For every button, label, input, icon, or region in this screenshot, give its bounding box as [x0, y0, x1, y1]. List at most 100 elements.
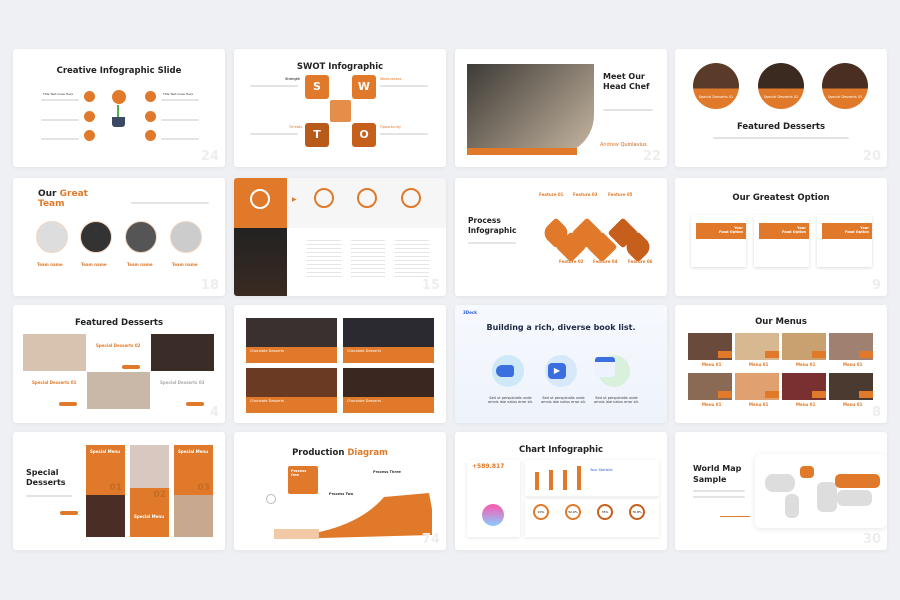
slide-chart-infographic[interactable]: Chart Infographic +589.817 Your Statisti… [455, 432, 667, 550]
slide-title: Production Diagram [292, 448, 388, 458]
slide-special-desserts[interactable]: Special Desserts Special Menu 01 Special M… [13, 432, 225, 550]
menu-item-label: Menu 01 [749, 362, 769, 367]
slide-world-map[interactable]: World Map Sample 30 [675, 432, 887, 550]
slide-chocolate-desserts[interactable]: Chocolate Desserts Chocolate Desserts Ch… [234, 305, 446, 423]
slide-swot[interactable]: SWOT Infographic S W T O Strength Weakne… [234, 49, 446, 167]
swot-s: S [305, 75, 329, 99]
slide-title: SWOT Infographic [296, 62, 384, 72]
team-photo [125, 221, 157, 253]
team-photo [80, 221, 112, 253]
slide-title: Special Desserts [26, 468, 66, 487]
donut: 76.8% [629, 504, 645, 520]
option-card: Your Food Option [817, 215, 872, 267]
swot-t: T [305, 123, 329, 147]
slide-title: Our Great Team [38, 189, 88, 209]
feature-caption: Sed ut perspiciatis unde omnis iste natu… [541, 396, 586, 404]
slide-title: Creative Infographic Slide [56, 66, 182, 76]
swot-label: Strength [285, 77, 301, 81]
donut: 52.6% [565, 504, 581, 520]
slide-number: 4 [209, 405, 219, 420]
dessert-circle: Special Desserts 02 [758, 63, 804, 109]
dessert-card: Chocolate Desserts [246, 318, 337, 363]
feature-icon [84, 130, 95, 141]
slide-process-infographic[interactable]: Process Infographic Feature 01 Feature 03… [455, 178, 667, 296]
dessert-circle: Special Desserts 01 [693, 63, 739, 109]
option-card: Your Food Option [691, 215, 746, 267]
donut: 20% [533, 504, 549, 520]
bar-chart-card: Your Statistic [525, 460, 659, 496]
dessert-circle: Special Desserts 03 [822, 63, 868, 109]
slide-number: 74 [421, 532, 440, 547]
team-name: Team name [127, 262, 153, 267]
feature-icon [84, 111, 95, 122]
slide-featured-desserts-circles[interactable]: Special Desserts 01 Special Desserts 02 … [675, 49, 887, 167]
dessert-caption: Special Desserts 03 [160, 380, 205, 385]
slide-title: Process Infographic [468, 216, 517, 235]
team-name: Team name [81, 262, 107, 267]
menu-photo [735, 333, 779, 360]
play-icon: ▶ [545, 355, 577, 387]
slide-book-list[interactable]: 3Deck Building a rich, diverse book list… [455, 305, 667, 423]
slide-process-steps[interactable]: ▶ 15 [234, 178, 446, 296]
dessert-photo [234, 228, 287, 296]
slide-number: 24 [200, 149, 219, 164]
feature-icon [84, 91, 95, 102]
feature-label: Feature 01 [539, 192, 564, 197]
feature-label: Feature 03 [573, 192, 598, 197]
slide-production-diagram[interactable]: Production Diagram Process One Process T… [234, 432, 446, 550]
slide-great-team[interactable]: Our Great Team Team name Team name Team … [13, 178, 225, 296]
menu-item-label: Menu 01 [702, 362, 722, 367]
process-step: Process Three [373, 470, 401, 474]
dessert-photo [23, 334, 86, 371]
slide-number: 30 [862, 532, 881, 547]
dessert-photo [87, 372, 150, 409]
megaphone-icon [492, 355, 524, 387]
dessert-photo [151, 334, 214, 371]
swot-label: Threats [289, 125, 303, 129]
menu-item-label: Menu 01 [796, 362, 816, 367]
menu-item-label: Menu 01 [843, 402, 863, 407]
donut-card: 20% 52.6% 35% 76.8% [525, 499, 659, 537]
swot-label: Opportunity [380, 125, 402, 129]
team-name: Team name [172, 262, 198, 267]
dessert-photo [86, 495, 125, 537]
arrow-icon: ▶ [292, 196, 297, 203]
menu-photo [688, 333, 732, 360]
feature-label: Feature 02 [559, 259, 584, 264]
slide-number: 15 [421, 278, 440, 293]
slide-our-menus[interactable]: Our Menus Menu 01 Menu 01 Menu 01 Menu 01 Me… [675, 305, 887, 423]
read-more-button[interactable] [59, 402, 77, 406]
menu-photo [782, 373, 826, 400]
dessert-caption: Special Desserts 01 [32, 380, 77, 385]
slide-number: 20 [862, 149, 881, 164]
read-more-button[interactable] [122, 365, 140, 369]
slide-title: Featured Desserts [74, 318, 164, 328]
menu-photo [829, 373, 873, 400]
special-menu-card: Special Menu 03 [174, 445, 213, 495]
dessert-photo [130, 445, 169, 488]
swot-w: W [352, 75, 376, 99]
slide-greatest-option[interactable]: Our Greatest Option Your Food Option Your… [675, 178, 887, 296]
menu-photo [735, 373, 779, 400]
slide-title: Featured Desserts [736, 122, 826, 132]
feature-label: Feature 06 [628, 259, 653, 264]
donut: 35% [597, 504, 613, 520]
chef-illustration [266, 494, 276, 504]
feature-caption: Sed ut perspiciatis unde omnis iste natu… [488, 396, 533, 404]
slide-featured-desserts-grid[interactable]: Featured Desserts Special Desserts 02 Sp… [13, 305, 225, 423]
stats-title: Your Statistic [590, 468, 613, 472]
read-more-button[interactable] [60, 511, 78, 515]
feature-title: Title Text Goes Here [43, 92, 74, 96]
dessert-card: Chocolate Desserts [343, 368, 434, 413]
growth-ramp [274, 493, 432, 539]
special-menu-card: Special Menu 01 [86, 445, 125, 495]
slide-creative-infographic[interactable]: Creative Infographic Slide Title Text Go… [13, 49, 225, 167]
stat-card: +589.817 [467, 460, 520, 537]
menu-photo [782, 333, 826, 360]
slide-head-chef[interactable]: Meet Our Head Chef Andrew Quinlavius 22 [455, 49, 667, 167]
swot-label: Weaknesses [380, 77, 402, 81]
slide-number: 18 [200, 278, 219, 293]
slide-title: World Map Sample [693, 464, 742, 484]
menu-item-label: Menu 01 [749, 402, 769, 407]
read-more-button[interactable] [186, 402, 204, 406]
